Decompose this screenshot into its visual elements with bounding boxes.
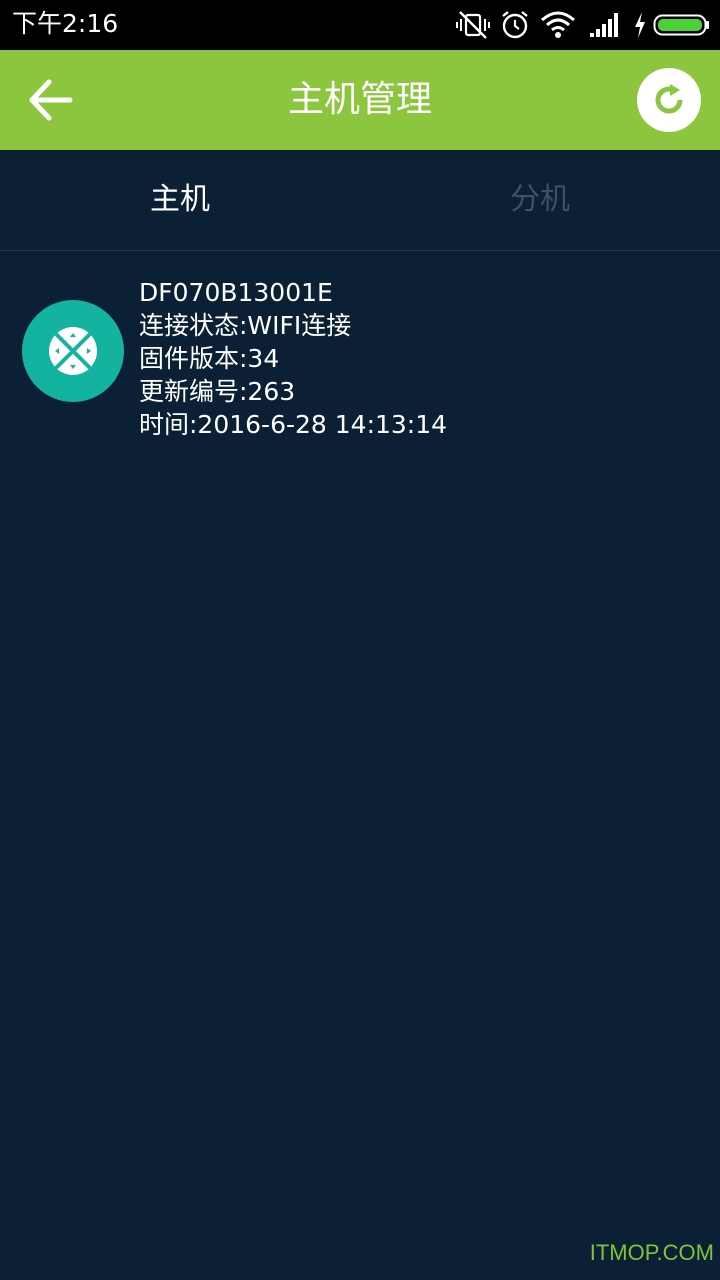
device-avatar <box>22 300 124 402</box>
device-firmware-version: 固件版本:34 <box>139 344 280 373</box>
device-id: DF070B13001E <box>139 278 333 307</box>
status-time: 下午2:16 <box>12 9 119 38</box>
watermark: ITMOP.COM <box>589 1240 714 1265</box>
remote-control-icon <box>49 327 97 375</box>
page-title: 主机管理 <box>287 79 432 120</box>
device-connection-status: 连接状态:WIFI连接 <box>139 311 352 340</box>
app-bar: 主机管理 <box>0 50 720 150</box>
signal-icon <box>590 13 618 37</box>
device-time: 时间:2016-6-28 14:13:14 <box>139 410 448 439</box>
refresh-icon <box>655 84 683 114</box>
alarm-icon <box>502 11 528 39</box>
status-bar: 下午2:16 <box>0 0 720 50</box>
battery-icon <box>653 14 709 36</box>
device-info: DF070B13001E 连接状态:WIFI连接 固件版本:34 更新编号:26… <box>139 276 447 441</box>
device-list-item[interactable]: DF070B13001E 连接状态:WIFI连接 固件版本:34 更新编号:26… <box>0 262 720 452</box>
arrow-left-icon <box>29 79 73 121</box>
vibrate-off-icon <box>456 11 490 39</box>
back-button[interactable] <box>22 72 82 128</box>
refresh-button[interactable] <box>637 68 701 132</box>
charging-icon <box>635 12 645 38</box>
tab-host[interactable]: 主机 <box>0 150 360 250</box>
wifi-icon <box>541 11 575 38</box>
tab-bar: 主机 分机 <box>0 150 720 251</box>
device-update-number: 更新编号:263 <box>139 377 296 406</box>
tab-sub-unit[interactable]: 分机 <box>360 150 720 250</box>
